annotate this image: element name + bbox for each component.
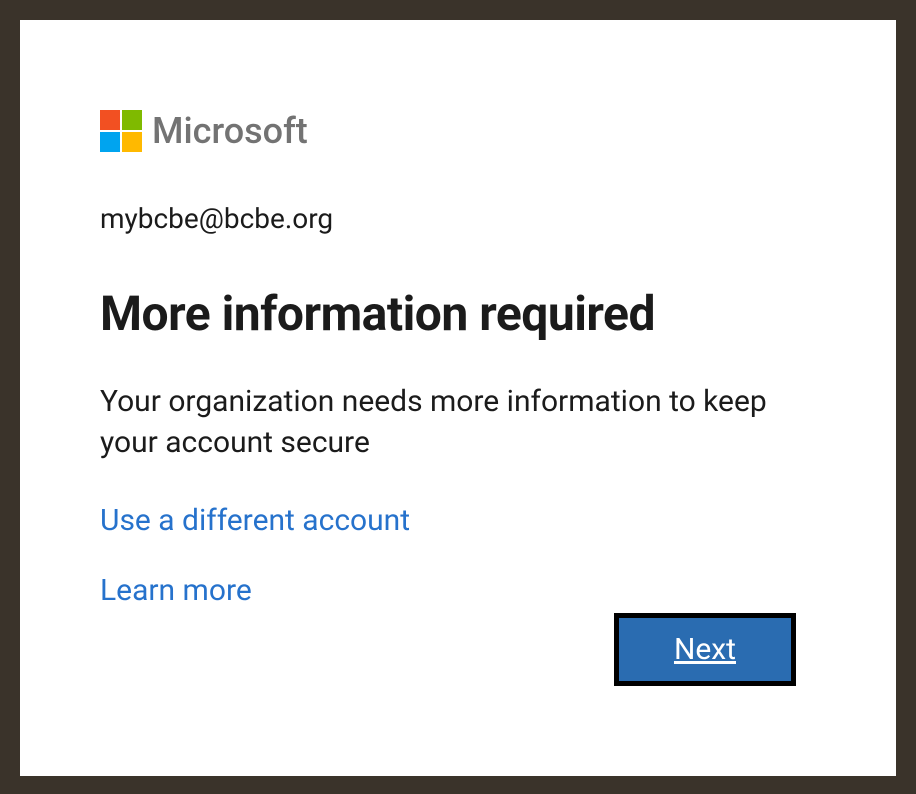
use-different-account-link[interactable]: Use a different account: [100, 503, 410, 538]
auth-card: Microsoft mybcbe@bcbe.org More informati…: [20, 20, 896, 776]
brand-name: Microsoft: [152, 110, 308, 152]
brand-logo-row: Microsoft: [100, 110, 816, 152]
learn-more-link[interactable]: Learn more: [100, 573, 252, 608]
description-text: Your organization needs more information…: [100, 382, 816, 463]
next-button[interactable]: Next: [614, 613, 796, 686]
account-email: mybcbe@bcbe.org: [100, 202, 816, 235]
microsoft-logo-icon: [100, 110, 142, 152]
button-row: Next: [614, 613, 796, 686]
page-title: More information required: [100, 285, 816, 342]
